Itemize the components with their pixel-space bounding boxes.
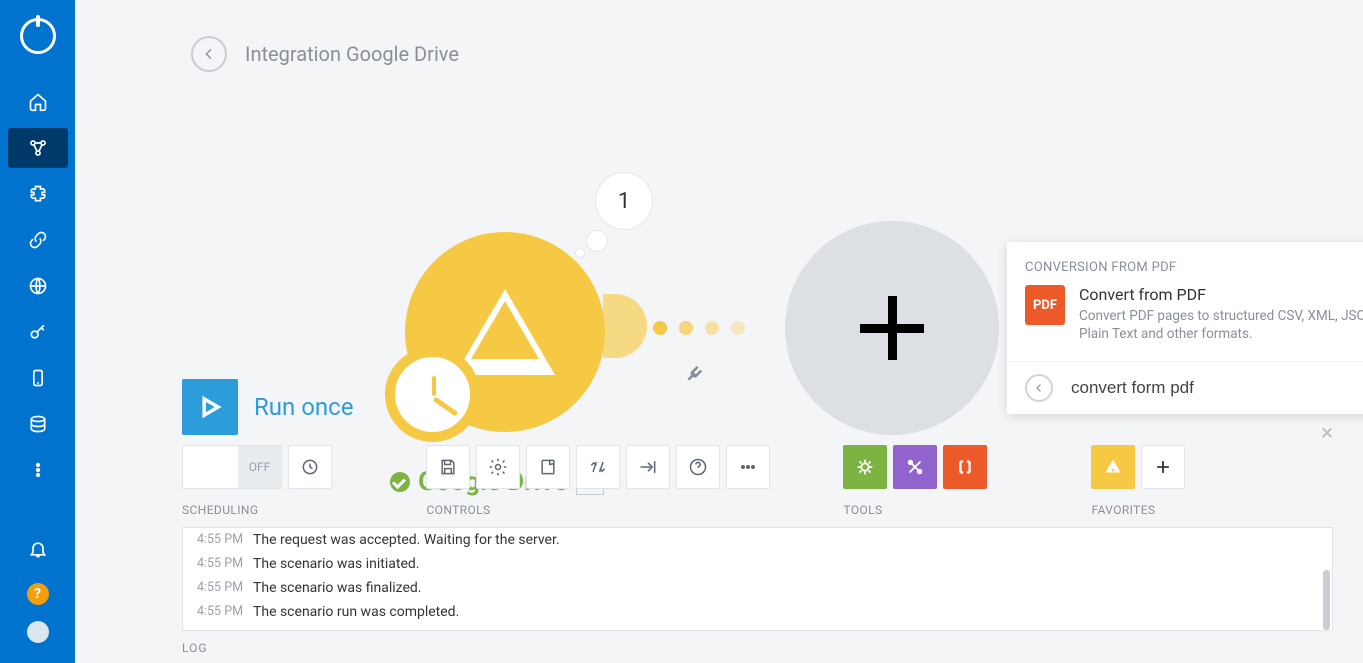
scheduling-toggle[interactable]: OFF	[182, 445, 282, 489]
help-button[interactable]	[676, 445, 720, 489]
run-once-label: Run once	[254, 393, 353, 421]
nav-home[interactable]	[8, 82, 68, 122]
add-favorite-button[interactable]	[1141, 445, 1185, 489]
favorite-drive-button[interactable]	[1091, 445, 1135, 489]
nav-scenarios[interactable]	[8, 128, 68, 168]
scheduling-label: SCHEDULING	[182, 503, 353, 517]
nav-webhooks[interactable]	[8, 266, 68, 306]
tools-label: TOOLS	[843, 503, 987, 517]
nav-devices[interactable]	[8, 358, 68, 398]
log-entry: 4:55 PMThe scenario was initiated.	[183, 552, 1332, 576]
scrollbar-thumb[interactable]	[1323, 570, 1330, 630]
log-entry: 4:55 PMThe request was accepted. Waiting…	[183, 528, 1332, 552]
scenario-canvas[interactable]: 1 Google Drive 1 CONVERSION FROM PDF PDF…	[75, 72, 1363, 369]
explain-flow-button[interactable]	[626, 445, 670, 489]
nav-more[interactable]	[8, 450, 68, 490]
avatar[interactable]	[27, 621, 49, 643]
log-panel[interactable]: 4:55 PMThe request was accepted. Waiting…	[182, 527, 1333, 631]
popup-item-title: Convert from PDF	[1079, 285, 1363, 304]
log-entry: 4:55 PMThe scenario was finalized.	[183, 576, 1332, 600]
popup-item-desc: Convert PDF pages to structured CSV, XML…	[1079, 307, 1363, 343]
popup-section-title: CONVERSION FROM PDF	[1007, 242, 1363, 285]
nav-data[interactable]	[8, 404, 68, 444]
more-controls-button[interactable]	[726, 445, 770, 489]
nav-templates[interactable]	[8, 174, 68, 214]
controls-label: CONTROLS	[426, 503, 770, 517]
bubble-decor-icon	[575, 248, 585, 258]
route-dots	[653, 321, 745, 335]
nav-notifications[interactable]	[8, 529, 68, 569]
node-connector-icon	[603, 294, 647, 358]
back-button[interactable]	[191, 36, 227, 72]
help-icon[interactable]: ?	[27, 583, 49, 605]
save-button[interactable]	[426, 445, 470, 489]
sidebar: ?	[0, 0, 75, 663]
run-once-button[interactable]	[182, 379, 238, 435]
pdf-icon: PDF	[1025, 285, 1065, 325]
tools-tools-button[interactable]	[893, 445, 937, 489]
tools-text-button[interactable]	[943, 445, 987, 489]
google-drive-icon	[455, 289, 555, 375]
settings-button[interactable]	[476, 445, 520, 489]
favorites-label: FAVORITES	[1091, 503, 1185, 517]
nav-connections[interactable]	[8, 220, 68, 260]
page-header: Integration Google Drive	[75, 0, 1363, 72]
tools-flow-button[interactable]	[843, 445, 887, 489]
page-title: Integration Google Drive	[245, 42, 459, 66]
nav-keys[interactable]	[8, 312, 68, 352]
log-entry: 4:55 PMThe scenario run was completed.	[183, 600, 1332, 624]
popup-result-item[interactable]: PDF Convert from PDF Convert PDF pages t…	[1007, 285, 1363, 361]
app-logo-icon	[20, 18, 56, 54]
operation-count-bubble[interactable]: 1	[595, 172, 653, 230]
notes-button[interactable]	[526, 445, 570, 489]
close-panel-button[interactable]: ×	[1321, 421, 1333, 446]
auto-align-button[interactable]	[576, 445, 620, 489]
schedule-settings-button[interactable]	[288, 445, 332, 489]
log-label: LOG	[75, 631, 1363, 663]
bubble-decor-icon	[586, 230, 608, 252]
